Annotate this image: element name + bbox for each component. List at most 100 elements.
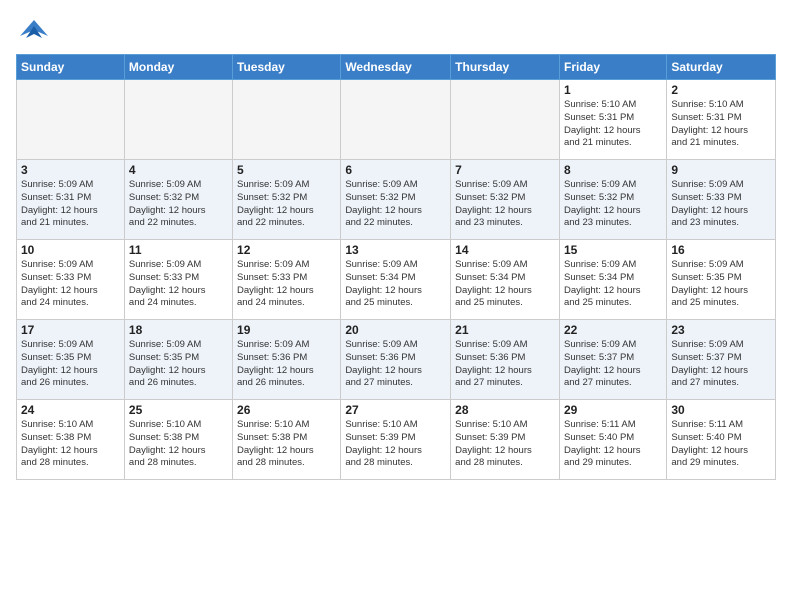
day-info: Sunrise: 5:09 AM Sunset: 5:34 PM Dayligh… (345, 259, 446, 310)
calendar-cell: 14 Sunrise: 5:09 AM Sunset: 5:34 PM Dayli… (451, 240, 560, 320)
calendar-cell: 3 Sunrise: 5:09 AM Sunset: 5:31 PM Daylig… (17, 160, 125, 240)
day-number: 13 (345, 243, 446, 257)
day-number: 11 (129, 243, 228, 257)
logo (16, 16, 48, 44)
calendar-cell (451, 80, 560, 160)
day-number: 29 (564, 403, 662, 417)
calendar-cell: 19 Sunrise: 5:09 AM Sunset: 5:36 PM Dayli… (233, 320, 341, 400)
day-info: Sunrise: 5:10 AM Sunset: 5:39 PM Dayligh… (345, 419, 446, 470)
day-info: Sunrise: 5:09 AM Sunset: 5:36 PM Dayligh… (237, 339, 336, 390)
calendar-cell: 20 Sunrise: 5:09 AM Sunset: 5:36 PM Dayli… (341, 320, 451, 400)
day-number: 3 (21, 163, 120, 177)
calendar-cell: 24Sunrise: 5:10 AM Sunset: 5:38 PM Dayli… (17, 400, 125, 480)
day-number: 26 (237, 403, 336, 417)
day-info: Sunrise: 5:09 AM Sunset: 5:35 PM Dayligh… (671, 259, 771, 310)
day-info: Sunrise: 5:09 AM Sunset: 5:32 PM Dayligh… (455, 179, 555, 230)
calendar-cell: 27 Sunrise: 5:10 AM Sunset: 5:39 PM Dayli… (341, 400, 451, 480)
day-info: Sunrise: 5:11 AM Sunset: 5:40 PM Dayligh… (671, 419, 771, 470)
day-info: Sunrise: 5:11 AM Sunset: 5:40 PM Dayligh… (564, 419, 662, 470)
day-info: Sunrise: 5:10 AM Sunset: 5:31 PM Dayligh… (671, 99, 771, 150)
day-number: 27 (345, 403, 446, 417)
day-info: Sunrise: 5:09 AM Sunset: 5:37 PM Dayligh… (671, 339, 771, 390)
day-number: 1 (564, 83, 662, 97)
calendar-cell: 23 Sunrise: 5:09 AM Sunset: 5:37 PM Dayli… (667, 320, 776, 400)
calendar-cell (124, 80, 232, 160)
day-number: 10 (21, 243, 120, 257)
day-info: Sunrise: 5:10 AM Sunset: 5:38 PM Dayligh… (237, 419, 336, 470)
calendar-cell: 25 Sunrise: 5:10 AM Sunset: 5:38 PM Dayli… (124, 400, 232, 480)
calendar-cell: 21Sunrise: 5:09 AM Sunset: 5:36 PM Dayli… (451, 320, 560, 400)
day-info: Sunrise: 5:09 AM Sunset: 5:36 PM Dayligh… (455, 339, 555, 390)
day-info: Sunrise: 5:09 AM Sunset: 5:37 PM Dayligh… (564, 339, 662, 390)
day-number: 19 (237, 323, 336, 337)
calendar-cell: 10Sunrise: 5:09 AM Sunset: 5:33 PM Dayli… (17, 240, 125, 320)
weekday-header-row: SundayMondayTuesdayWednesdayThursdayFrid… (17, 55, 776, 80)
day-info: Sunrise: 5:09 AM Sunset: 5:36 PM Dayligh… (345, 339, 446, 390)
week-row-1: 1 Sunrise: 5:10 AM Sunset: 5:31 PM Daylig… (17, 80, 776, 160)
week-row-2: 3 Sunrise: 5:09 AM Sunset: 5:31 PM Daylig… (17, 160, 776, 240)
day-info: Sunrise: 5:09 AM Sunset: 5:31 PM Dayligh… (21, 179, 120, 230)
day-info: Sunrise: 5:09 AM Sunset: 5:32 PM Dayligh… (564, 179, 662, 230)
day-number: 18 (129, 323, 228, 337)
page: SundayMondayTuesdayWednesdayThursdayFrid… (0, 0, 792, 612)
calendar-cell: 29 Sunrise: 5:11 AM Sunset: 5:40 PM Dayli… (559, 400, 666, 480)
weekday-header-saturday: Saturday (667, 55, 776, 80)
calendar-cell: 9 Sunrise: 5:09 AM Sunset: 5:33 PM Daylig… (667, 160, 776, 240)
day-info: Sunrise: 5:09 AM Sunset: 5:33 PM Dayligh… (237, 259, 336, 310)
day-number: 8 (564, 163, 662, 177)
day-info: Sunrise: 5:09 AM Sunset: 5:32 PM Dayligh… (237, 179, 336, 230)
week-row-4: 17 Sunrise: 5:09 AM Sunset: 5:35 PM Dayli… (17, 320, 776, 400)
weekday-header-wednesday: Wednesday (341, 55, 451, 80)
calendar-cell: 8 Sunrise: 5:09 AM Sunset: 5:32 PM Daylig… (559, 160, 666, 240)
calendar: SundayMondayTuesdayWednesdayThursdayFrid… (16, 54, 776, 480)
day-number: 4 (129, 163, 228, 177)
day-info: Sunrise: 5:09 AM Sunset: 5:33 PM Dayligh… (129, 259, 228, 310)
day-number: 9 (671, 163, 771, 177)
calendar-cell: 15Sunrise: 5:09 AM Sunset: 5:34 PM Dayli… (559, 240, 666, 320)
day-number: 2 (671, 83, 771, 97)
calendar-cell: 22 Sunrise: 5:09 AM Sunset: 5:37 PM Dayli… (559, 320, 666, 400)
calendar-cell: 5 Sunrise: 5:09 AM Sunset: 5:32 PM Daylig… (233, 160, 341, 240)
calendar-cell (17, 80, 125, 160)
calendar-cell: 13 Sunrise: 5:09 AM Sunset: 5:34 PM Dayli… (341, 240, 451, 320)
calendar-cell: 2 Sunrise: 5:10 AM Sunset: 5:31 PM Daylig… (667, 80, 776, 160)
day-number: 30 (671, 403, 771, 417)
day-number: 28 (455, 403, 555, 417)
day-info: Sunrise: 5:09 AM Sunset: 5:33 PM Dayligh… (671, 179, 771, 230)
calendar-cell: 7Sunrise: 5:09 AM Sunset: 5:32 PM Daylig… (451, 160, 560, 240)
calendar-cell: 18 Sunrise: 5:09 AM Sunset: 5:35 PM Dayli… (124, 320, 232, 400)
calendar-cell: 28Sunrise: 5:10 AM Sunset: 5:39 PM Dayli… (451, 400, 560, 480)
day-info: Sunrise: 5:10 AM Sunset: 5:31 PM Dayligh… (564, 99, 662, 150)
logo-icon (20, 16, 48, 44)
day-number: 25 (129, 403, 228, 417)
week-row-5: 24Sunrise: 5:10 AM Sunset: 5:38 PM Dayli… (17, 400, 776, 480)
day-info: Sunrise: 5:09 AM Sunset: 5:34 PM Dayligh… (455, 259, 555, 310)
day-number: 15 (564, 243, 662, 257)
header (16, 16, 776, 44)
day-number: 17 (21, 323, 120, 337)
calendar-cell: 4Sunrise: 5:09 AM Sunset: 5:32 PM Daylig… (124, 160, 232, 240)
day-info: Sunrise: 5:10 AM Sunset: 5:38 PM Dayligh… (21, 419, 120, 470)
day-number: 14 (455, 243, 555, 257)
calendar-cell: 30 Sunrise: 5:11 AM Sunset: 5:40 PM Dayli… (667, 400, 776, 480)
weekday-header-tuesday: Tuesday (233, 55, 341, 80)
calendar-cell: 16 Sunrise: 5:09 AM Sunset: 5:35 PM Dayli… (667, 240, 776, 320)
day-info: Sunrise: 5:10 AM Sunset: 5:38 PM Dayligh… (129, 419, 228, 470)
day-number: 16 (671, 243, 771, 257)
weekday-header-friday: Friday (559, 55, 666, 80)
weekday-header-sunday: Sunday (17, 55, 125, 80)
calendar-cell (233, 80, 341, 160)
weekday-header-monday: Monday (124, 55, 232, 80)
day-info: Sunrise: 5:09 AM Sunset: 5:32 PM Dayligh… (345, 179, 446, 230)
calendar-cell: 6 Sunrise: 5:09 AM Sunset: 5:32 PM Daylig… (341, 160, 451, 240)
day-number: 20 (345, 323, 446, 337)
week-row-3: 10 Sunrise: 5:09 AM Sunset: 5:33 PM Dayli… (17, 240, 776, 320)
day-number: 12 (237, 243, 336, 257)
day-info: Sunrise: 5:09 AM Sunset: 5:35 PM Dayligh… (129, 339, 228, 390)
day-number: 6 (345, 163, 446, 177)
day-number: 22 (564, 323, 662, 337)
calendar-cell: 17Sunrise: 5:09 AM Sunset: 5:35 PM Dayli… (17, 320, 125, 400)
day-number: 23 (671, 323, 771, 337)
calendar-cell: 11 Sunrise: 5:09 AM Sunset: 5:33 PM Dayli… (124, 240, 232, 320)
day-number: 5 (237, 163, 336, 177)
